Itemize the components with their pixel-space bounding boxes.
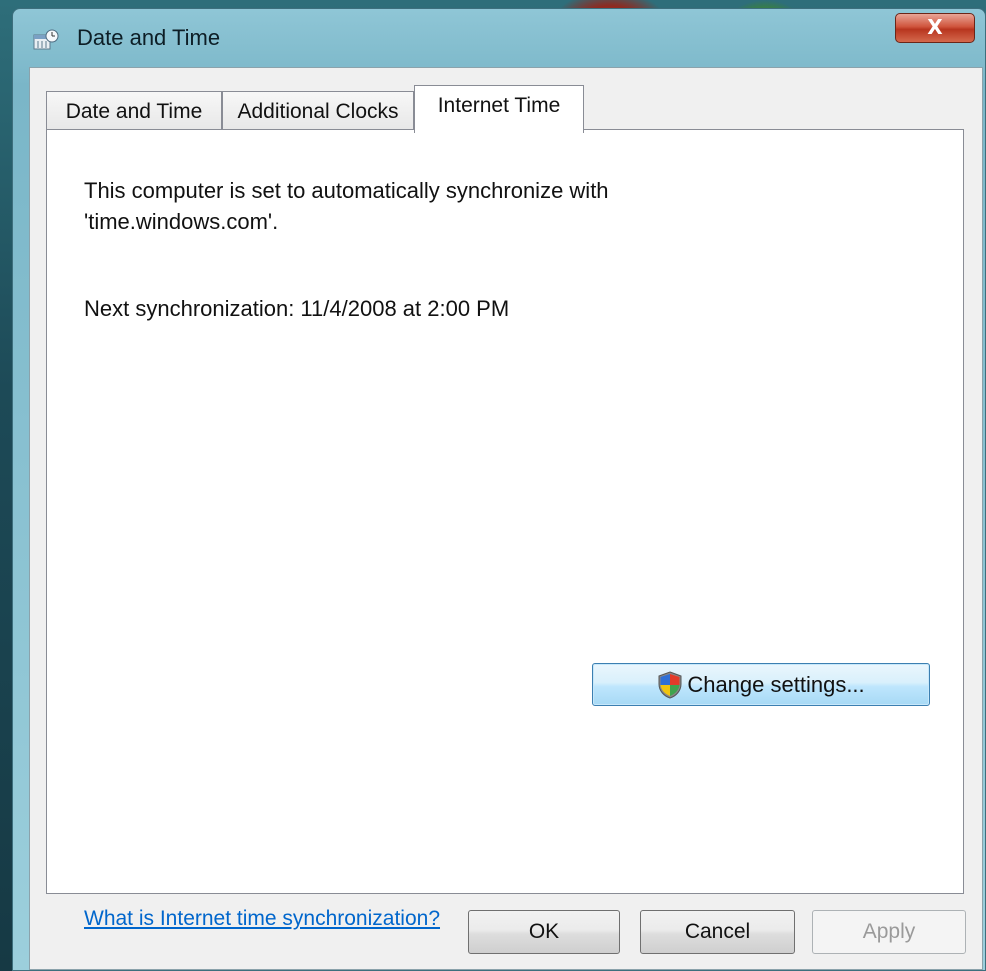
ok-button[interactable]: OK — [468, 910, 620, 954]
sync-status-text: This computer is set to automatically sy… — [84, 175, 609, 237]
internet-time-panel: This computer is set to automatically sy… — [46, 129, 964, 930]
next-sync-text: Next synchronization: 11/4/2008 at 2:00 … — [84, 296, 510, 321]
change-settings-button[interactable]: Change settings... — [592, 663, 930, 706]
date-time-icon — [33, 29, 59, 51]
help-link-internet-time[interactable]: What is Internet time synchronization? — [84, 907, 440, 931]
window-title: Date and Time — [77, 25, 221, 50]
tab-additional-clocks[interactable]: Additional Clocks — [222, 91, 414, 131]
tab-date-and-time[interactable]: Date and Time — [46, 91, 222, 131]
tab-label: Additional Clocks — [237, 100, 399, 123]
ok-label: OK — [528, 920, 560, 943]
date-and-time-dialog: Date and Time X Date and Time Additional… — [12, 8, 986, 971]
apply-button[interactable]: Apply — [812, 910, 966, 954]
close-icon: X — [927, 15, 943, 39]
cancel-label: Cancel — [684, 920, 751, 943]
title-bar[interactable]: Date and Time X — [13, 9, 985, 69]
tab-internet-time[interactable]: Internet Time — [414, 85, 584, 133]
cancel-button[interactable]: Cancel — [640, 910, 795, 954]
tab-label: Date and Time — [65, 100, 203, 123]
tab-label: Internet Time — [437, 94, 561, 117]
uac-shield-icon — [657, 670, 683, 699]
dialog-client-area: Date and Time Additional Clocks Internet… — [29, 67, 983, 970]
change-settings-label: Change settings... — [687, 671, 865, 697]
sync-status-line1: This computer is set to automatically sy… — [84, 178, 609, 203]
sync-status-line2: 'time.windows.com'. — [84, 209, 279, 234]
close-button[interactable]: X — [895, 13, 975, 43]
apply-label: Apply — [862, 920, 916, 943]
